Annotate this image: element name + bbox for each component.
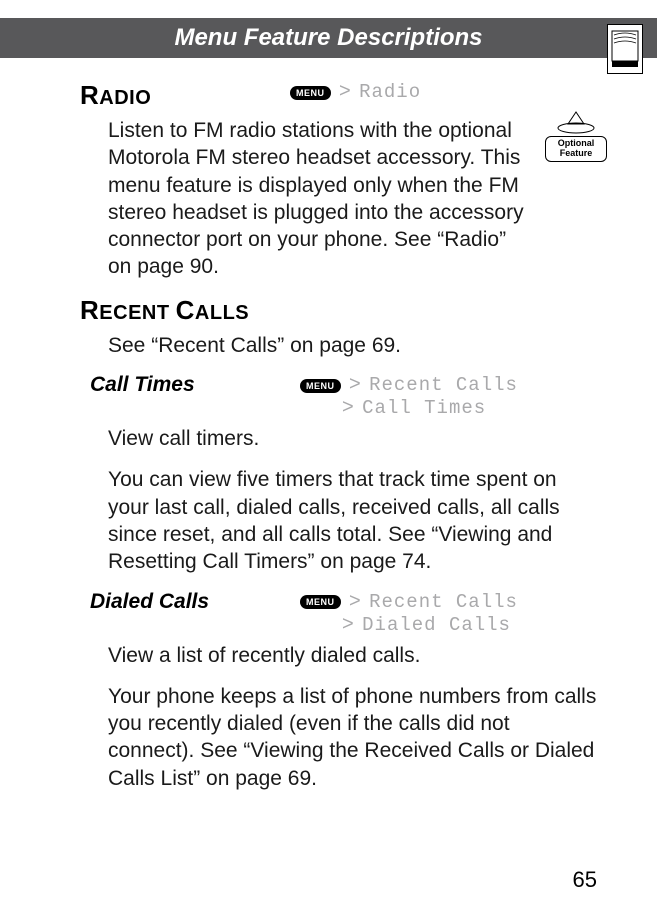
call-times-body1: View call timers. xyxy=(108,425,597,452)
call-times-crumb2: Call Times xyxy=(362,397,486,419)
call-times-header: Call Times MENU > Recent Calls > Call Ti… xyxy=(80,373,597,419)
radio-heading-initial: R xyxy=(80,80,99,110)
optional-line2: Feature xyxy=(560,148,593,158)
call-times-title: Call Times xyxy=(90,373,195,396)
call-times-body2: You can view five timers that track time… xyxy=(108,466,597,575)
recent-calls-heading: RECENT CALLS xyxy=(80,295,597,326)
chevron-right-icon: > xyxy=(342,396,354,418)
radio-body: Listen to FM radio stations with the opt… xyxy=(108,117,597,281)
page-content: RADIO MENU > Radio Listen to FM radio st… xyxy=(0,58,657,792)
book-icon xyxy=(607,24,643,74)
dialed-calls-title: Dialed Calls xyxy=(90,590,209,613)
optional-line1: Optional xyxy=(558,138,595,148)
chevron-right-icon: > xyxy=(342,613,354,635)
radio-breadcrumb: Radio xyxy=(359,81,421,103)
recent-calls-initial2: C xyxy=(176,295,195,325)
dialed-calls-body1: View a list of recently dialed calls. xyxy=(108,642,597,669)
recent-calls-body: See “Recent Calls” on page 69. xyxy=(108,332,597,359)
optional-feature-badge: Optional Feature xyxy=(545,110,607,162)
menu-button-icon: MENU xyxy=(290,86,331,100)
dialed-calls-crumb2: Dialed Calls xyxy=(362,614,511,636)
radio-heading-rest: ADIO xyxy=(99,87,151,109)
chevron-right-icon: > xyxy=(339,80,351,102)
call-times-crumb1: Recent Calls xyxy=(369,374,518,396)
dialed-calls-body2: Your phone keeps a list of phone numbers… xyxy=(108,683,597,792)
recent-calls-rest: ECENT xyxy=(99,302,175,324)
dialed-calls-crumb1: Recent Calls xyxy=(369,591,518,613)
dialed-calls-header: Dialed Calls MENU > Recent Calls > Diale… xyxy=(80,590,597,636)
recent-calls-rest2: ALLS xyxy=(195,302,249,324)
recent-calls-initial: R xyxy=(80,295,99,325)
page-number: 65 xyxy=(573,867,597,893)
menu-button-icon: MENU xyxy=(300,595,341,609)
page-header: Menu Feature Descriptions xyxy=(0,18,657,58)
chevron-right-icon: > xyxy=(349,590,361,612)
radio-section-header: RADIO MENU > Radio xyxy=(80,80,597,111)
chevron-right-icon: > xyxy=(349,373,361,395)
menu-button-icon: MENU xyxy=(300,379,341,393)
page-title: Menu Feature Descriptions xyxy=(174,24,482,51)
